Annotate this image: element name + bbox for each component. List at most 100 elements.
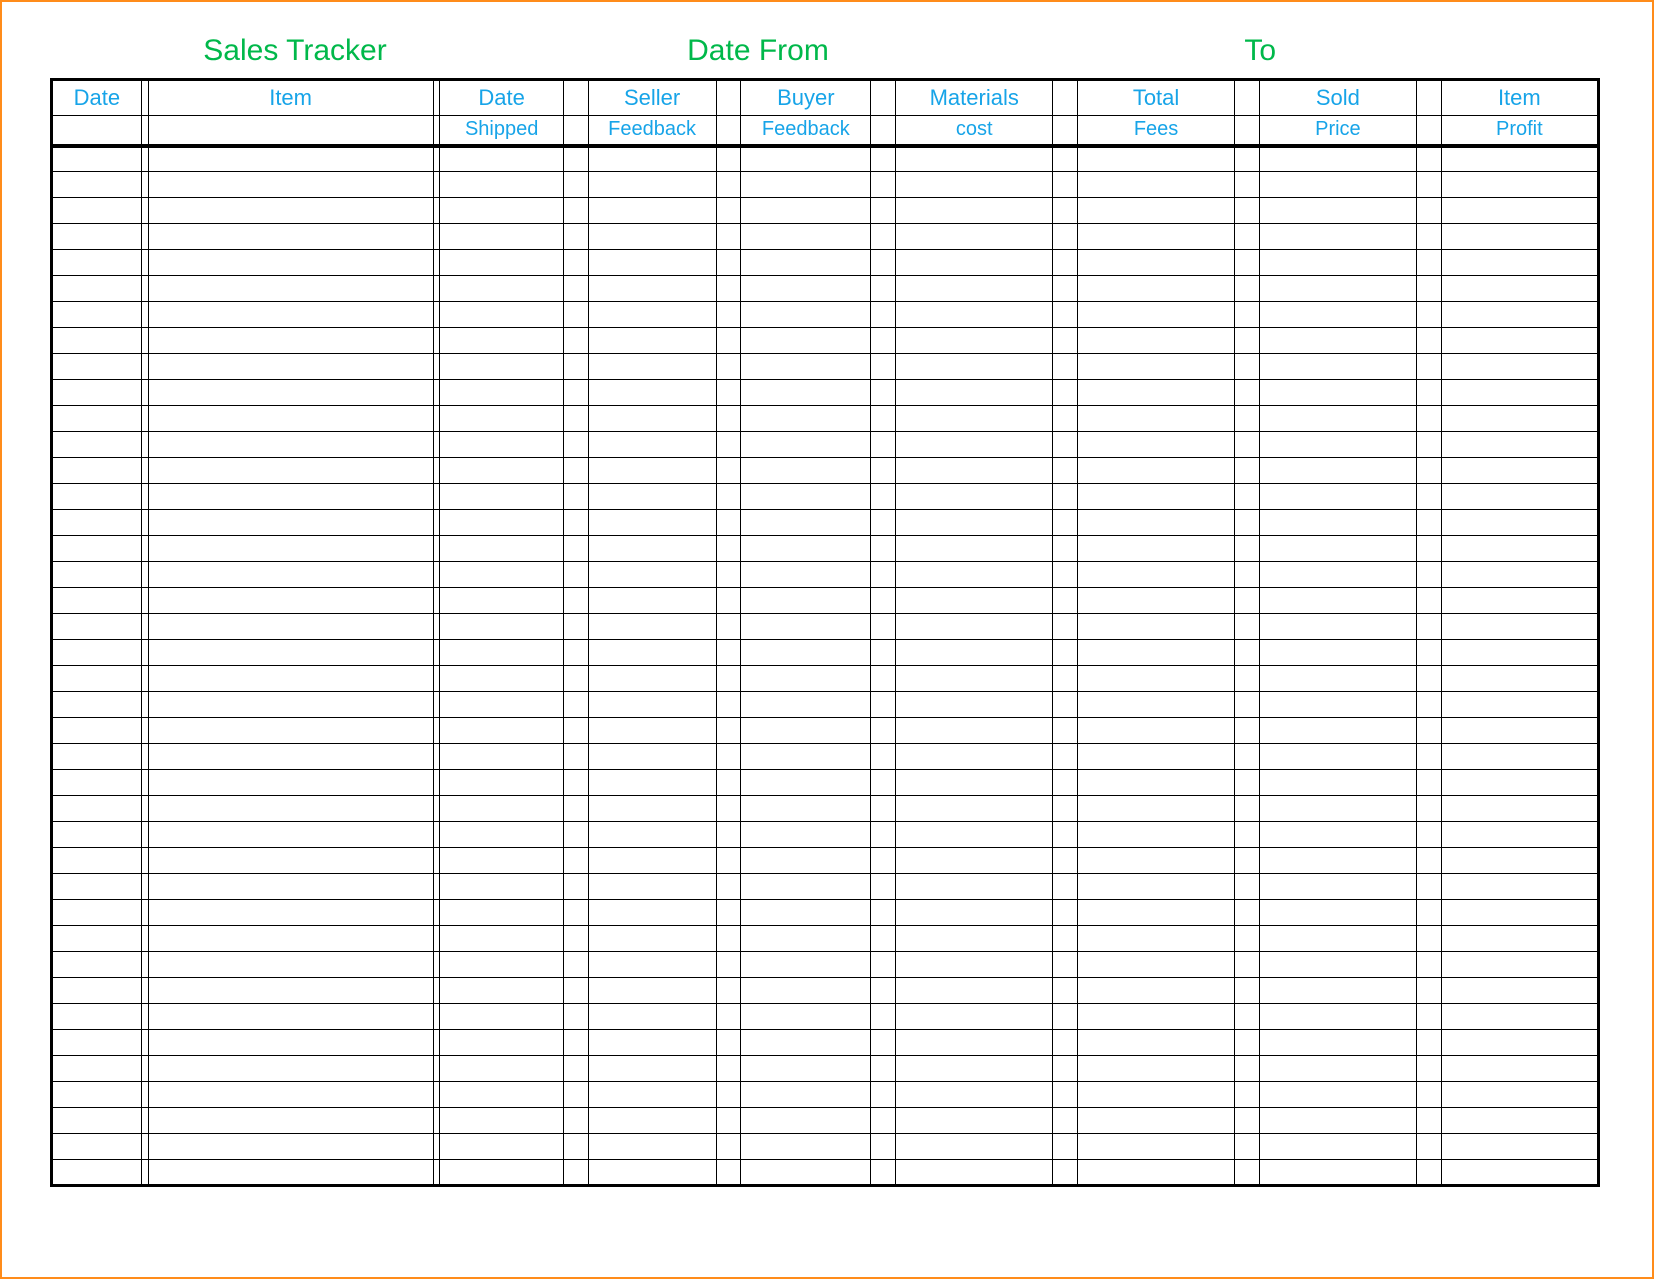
cell[interactable] <box>588 770 716 796</box>
table-row[interactable] <box>52 1030 1599 1056</box>
cell[interactable] <box>896 484 1053 510</box>
cell[interactable] <box>896 718 1053 744</box>
cell[interactable] <box>1077 302 1234 328</box>
cell[interactable] <box>896 458 1053 484</box>
cell[interactable] <box>741 432 871 458</box>
cell[interactable] <box>1441 458 1598 484</box>
cell[interactable] <box>896 822 1053 848</box>
cell[interactable] <box>741 848 871 874</box>
cell[interactable] <box>440 328 563 354</box>
cell[interactable] <box>52 1108 142 1134</box>
cell[interactable] <box>52 874 142 900</box>
cell[interactable] <box>1077 432 1234 458</box>
cell[interactable] <box>1441 952 1598 978</box>
cell[interactable] <box>896 666 1053 692</box>
cell[interactable] <box>440 302 563 328</box>
cell[interactable] <box>896 770 1053 796</box>
cell[interactable] <box>896 510 1053 536</box>
cell[interactable] <box>1259 276 1416 302</box>
cell[interactable] <box>741 1004 871 1030</box>
cell[interactable] <box>588 276 716 302</box>
cell[interactable] <box>52 172 142 198</box>
cell[interactable] <box>741 458 871 484</box>
cell[interactable] <box>1259 666 1416 692</box>
table-row[interactable] <box>52 718 1599 744</box>
table-row[interactable] <box>52 588 1599 614</box>
cell[interactable] <box>1441 770 1598 796</box>
cell[interactable] <box>52 978 142 1004</box>
cell[interactable] <box>896 276 1053 302</box>
table-row[interactable] <box>52 302 1599 328</box>
cell[interactable] <box>741 1134 871 1160</box>
cell[interactable] <box>1259 1134 1416 1160</box>
cell[interactable] <box>1441 354 1598 380</box>
cell[interactable] <box>440 1082 563 1108</box>
cell[interactable] <box>1077 380 1234 406</box>
table-row[interactable] <box>52 172 1599 198</box>
cell[interactable] <box>52 276 142 302</box>
cell[interactable] <box>1077 718 1234 744</box>
cell[interactable] <box>741 822 871 848</box>
cell[interactable] <box>1259 406 1416 432</box>
cell[interactable] <box>588 198 716 224</box>
cell[interactable] <box>588 536 716 562</box>
cell[interactable] <box>1259 1004 1416 1030</box>
cell[interactable] <box>1441 614 1598 640</box>
cell[interactable] <box>1077 198 1234 224</box>
table-row[interactable] <box>52 666 1599 692</box>
cell[interactable] <box>52 1030 142 1056</box>
cell[interactable] <box>440 1030 563 1056</box>
cell[interactable] <box>588 900 716 926</box>
table-row[interactable] <box>52 796 1599 822</box>
cell[interactable] <box>1259 484 1416 510</box>
cell[interactable] <box>1259 640 1416 666</box>
table-row[interactable] <box>52 926 1599 952</box>
cell[interactable] <box>148 770 433 796</box>
cell[interactable] <box>588 640 716 666</box>
cell[interactable] <box>440 1004 563 1030</box>
cell[interactable] <box>588 822 716 848</box>
cell[interactable] <box>1441 692 1598 718</box>
table-row[interactable] <box>52 1108 1599 1134</box>
cell[interactable] <box>148 666 433 692</box>
cell[interactable] <box>1441 484 1598 510</box>
cell[interactable] <box>440 536 563 562</box>
cell[interactable] <box>741 146 871 172</box>
cell[interactable] <box>1259 1108 1416 1134</box>
cell[interactable] <box>1441 926 1598 952</box>
cell[interactable] <box>52 562 142 588</box>
cell[interactable] <box>1259 822 1416 848</box>
cell[interactable] <box>1077 900 1234 926</box>
cell[interactable] <box>1077 770 1234 796</box>
cell[interactable] <box>588 1134 716 1160</box>
cell[interactable] <box>896 900 1053 926</box>
cell[interactable] <box>1077 952 1234 978</box>
cell[interactable] <box>148 1082 433 1108</box>
cell[interactable] <box>52 666 142 692</box>
cell[interactable] <box>1259 770 1416 796</box>
cell[interactable] <box>1077 328 1234 354</box>
cell[interactable] <box>588 874 716 900</box>
cell[interactable] <box>741 536 871 562</box>
cell[interactable] <box>1259 562 1416 588</box>
cell[interactable] <box>741 952 871 978</box>
cell[interactable] <box>741 926 871 952</box>
cell[interactable] <box>1441 1134 1598 1160</box>
cell[interactable] <box>1259 796 1416 822</box>
cell[interactable] <box>896 380 1053 406</box>
cell[interactable] <box>52 302 142 328</box>
cell[interactable] <box>52 718 142 744</box>
cell[interactable] <box>741 1160 871 1186</box>
cell[interactable] <box>588 1056 716 1082</box>
cell[interactable] <box>440 952 563 978</box>
cell[interactable] <box>741 172 871 198</box>
cell[interactable] <box>1441 562 1598 588</box>
cell[interactable] <box>588 666 716 692</box>
cell[interactable] <box>741 692 871 718</box>
cell[interactable] <box>741 354 871 380</box>
cell[interactable] <box>588 146 716 172</box>
cell[interactable] <box>1441 1108 1598 1134</box>
cell[interactable] <box>1259 874 1416 900</box>
cell[interactable] <box>588 406 716 432</box>
cell[interactable] <box>1441 224 1598 250</box>
